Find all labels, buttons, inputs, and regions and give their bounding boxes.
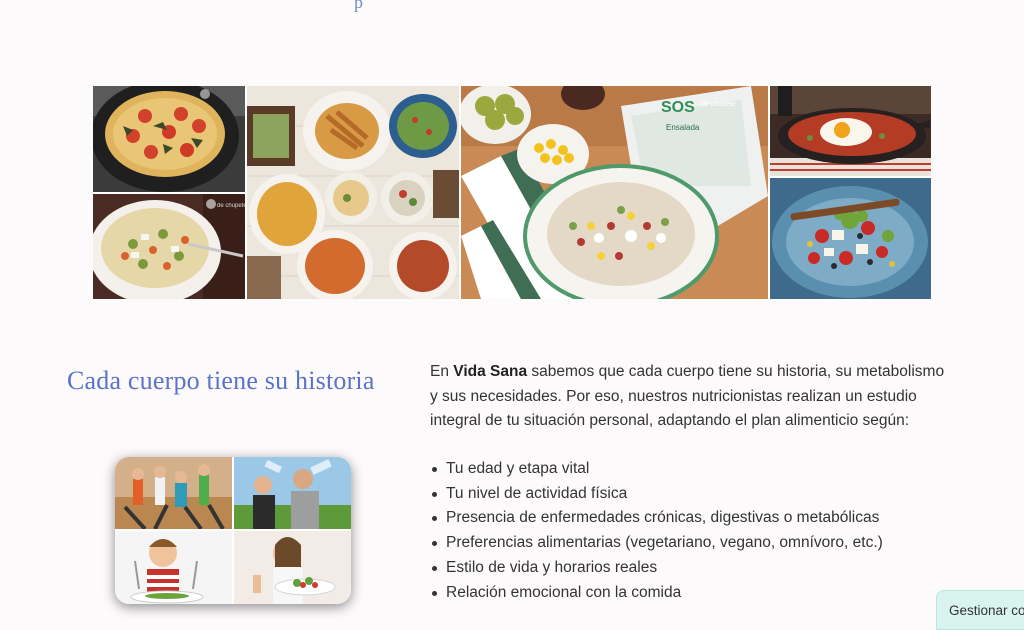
section-title: Cada cuerpo tiene su historia bbox=[67, 366, 375, 395]
factors-list: Tu edad y etapa vital Tu nivel de activi… bbox=[430, 457, 883, 605]
intro-prefix: En bbox=[430, 363, 454, 380]
food-spread-photo bbox=[247, 86, 459, 299]
skillet-egg-photo bbox=[770, 86, 931, 176]
manage-consent-button[interactable]: Gestionar con bbox=[936, 590, 1024, 630]
list-item: Relación emocional con la comida bbox=[430, 581, 883, 606]
package-brand-text: SOS bbox=[661, 99, 695, 116]
rice-salad-photo: SOS Ensalada de chupete bbox=[461, 86, 768, 299]
watermark-text: de chupete bbox=[217, 203, 245, 209]
greek-salad-photo bbox=[770, 178, 931, 299]
list-item: Estilo de vida y horarios reales bbox=[430, 556, 883, 581]
pasta-salad-photo: de chupete bbox=[93, 194, 245, 299]
heading-fragment: p bbox=[354, 0, 363, 12]
pizza-photo bbox=[93, 86, 245, 192]
list-item: Tu nivel de actividad física bbox=[430, 482, 883, 507]
list-item: Presencia de enfermedades crónicas, dige… bbox=[430, 506, 883, 531]
list-item: Preferencias alimentarias (vegetariano, … bbox=[430, 531, 883, 556]
intro-paragraph: En Vida Sana sabemos que cada cuerpo tie… bbox=[430, 360, 950, 434]
active-people-collage-image bbox=[115, 457, 351, 604]
list-item: Tu edad y etapa vital bbox=[430, 457, 883, 482]
food-collage-image: de chupete SOS Ensalada de chupete bbox=[93, 86, 931, 299]
package-label-text: Ensalada bbox=[666, 123, 700, 132]
brand-name: Vida Sana bbox=[453, 363, 528, 380]
watermark-text: de chupete bbox=[701, 101, 736, 108]
